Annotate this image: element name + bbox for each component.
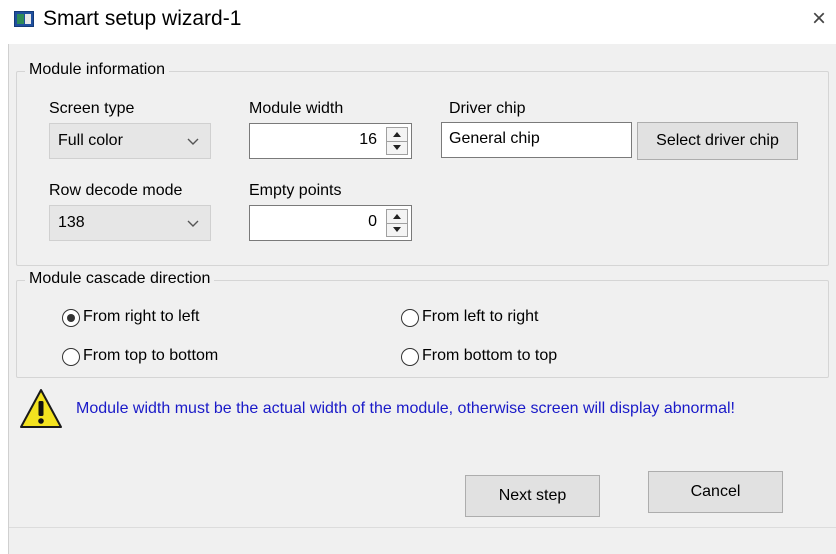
driver-chip-field[interactable]: General chip [441, 122, 632, 158]
chevron-down-icon [187, 138, 199, 145]
empty-points-value: 0 [368, 213, 377, 230]
empty-points-spinner[interactable]: 0 [249, 205, 412, 241]
radio-circle [401, 348, 419, 366]
module-information-title: Module information [25, 61, 170, 79]
spin-up-icon[interactable] [387, 210, 407, 224]
radio-circle [62, 348, 80, 366]
module-width-spinner[interactable]: 16 [249, 123, 412, 159]
app-window-icon [14, 11, 34, 27]
module-width-value: 16 [359, 131, 377, 148]
radio-circle [62, 309, 80, 327]
radio-right-to-left-label: From right to left [83, 308, 200, 325]
warning-icon [20, 389, 62, 428]
close-icon[interactable]: × [812, 7, 826, 31]
spin-down-icon[interactable] [387, 223, 407, 236]
cancel-button[interactable]: Cancel [648, 471, 783, 513]
next-step-button[interactable]: Next step [465, 475, 600, 517]
row-decode-label: Row decode mode [49, 182, 183, 199]
driver-chip-label: Driver chip [449, 100, 526, 117]
window-title: Smart setup wizard-1 [43, 7, 242, 30]
radio-top-to-bottom-label: From top to bottom [83, 347, 219, 364]
spin-down-icon[interactable] [387, 141, 407, 154]
footer-divider [9, 527, 836, 528]
spin-up-icon[interactable] [387, 128, 407, 142]
screen-type-label: Screen type [49, 100, 135, 117]
row-decode-select[interactable]: 138 [49, 205, 211, 241]
module-width-label: Module width [249, 100, 344, 117]
cascade-direction-title: Module cascade direction [25, 270, 215, 288]
screen-type-select[interactable]: Full color [49, 123, 211, 159]
module-width-spin-buttons [386, 127, 408, 155]
row-decode-value: 138 [58, 214, 85, 231]
empty-points-label: Empty points [249, 182, 342, 199]
screen-type-value: Full color [58, 132, 123, 149]
radio-bottom-to-top-label: From bottom to top [422, 347, 558, 364]
title-bar: Smart setup wizard-1 × [0, 0, 836, 40]
radio-circle [401, 309, 419, 327]
select-driver-chip-button[interactable]: Select driver chip [637, 122, 798, 160]
empty-points-spin-buttons [386, 209, 408, 237]
driver-chip-value: General chip [449, 130, 540, 147]
warning-message: Module width must be the actual width of… [76, 400, 735, 417]
radio-selected-dot [67, 314, 75, 322]
dialog-body: Module information Screen type Full colo… [8, 44, 836, 554]
chevron-down-icon [187, 220, 199, 227]
radio-left-to-right-label: From left to right [422, 308, 539, 325]
